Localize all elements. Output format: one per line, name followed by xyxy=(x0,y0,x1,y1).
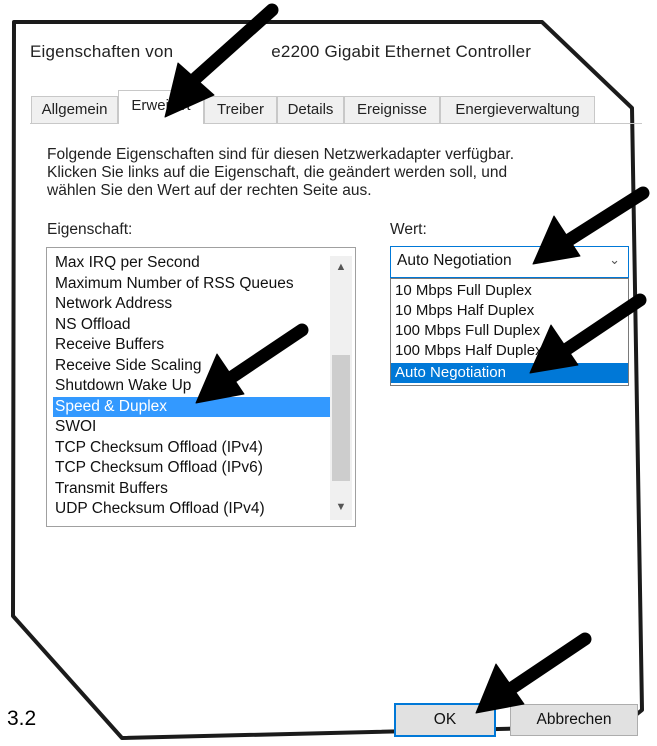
arrow-icon xyxy=(164,3,279,118)
arrow-icon xyxy=(529,293,647,374)
arrow-icon xyxy=(532,186,650,265)
arrow-icon xyxy=(195,323,309,404)
arrow-icon xyxy=(475,632,592,714)
annotation-arrows xyxy=(164,3,650,714)
